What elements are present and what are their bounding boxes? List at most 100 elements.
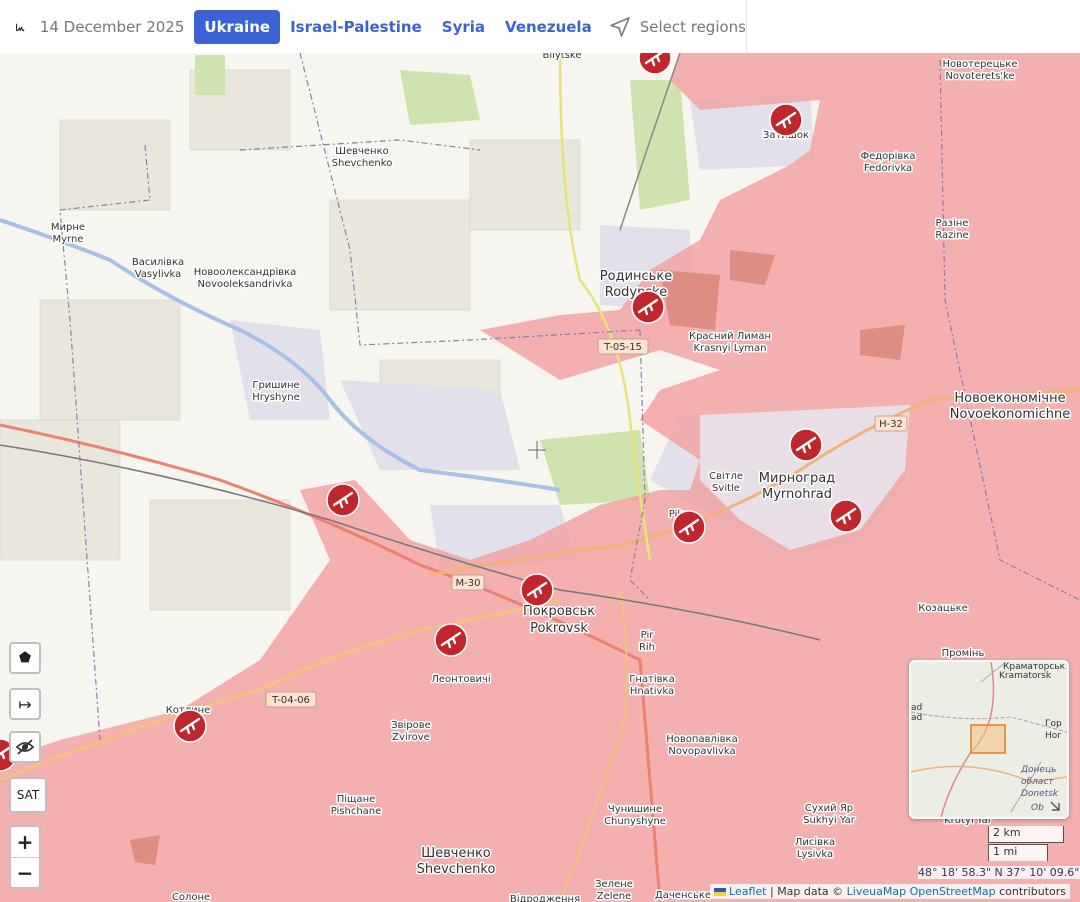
hide-layer-button[interactable] [9, 731, 41, 763]
svg-text:Novooleksandrivka: Novooleksandrivka [197, 279, 292, 290]
svg-text:Мирне: Мирне [51, 222, 85, 233]
svg-text:област: област [1021, 777, 1054, 787]
svg-text:M-30: M-30 [456, 578, 481, 589]
tab-syria[interactable]: Syria [432, 10, 495, 44]
openstreetmap-link[interactable]: OpenStreetMap [910, 885, 996, 898]
arrow-right-bar-icon: ↦ [18, 694, 32, 714]
svg-text:Відродження: Відродження [510, 893, 580, 902]
svg-text:Федорівка: Федорівка [861, 150, 916, 162]
svg-text:Vasylivka: Vasylivka [135, 269, 182, 280]
eye-slash-icon [15, 739, 35, 755]
svg-text:Rih: Rih [639, 642, 655, 653]
svg-text:Шевченко: Шевченко [335, 146, 389, 157]
combat-marker-icon[interactable] [672, 510, 706, 544]
tab-israel-palestine[interactable]: Israel-Palestine [280, 10, 432, 44]
svg-text:Myrnohrad: Myrnohrad [762, 487, 832, 502]
svg-text:Даченське: Даченське [655, 890, 711, 901]
svg-text:Мирноград: Мирноград [759, 471, 835, 486]
svg-text:Лисівка: Лисівка [795, 836, 835, 848]
attribution: Leaflet | Map data © LiveuaMap OpenStree… [709, 884, 1070, 899]
svg-text:Новотерецьке: Новотерецьке [942, 59, 1017, 70]
svg-text:Novopavlivka: Novopavlivka [668, 746, 735, 757]
svg-text:Hnativka: Hnativka [630, 686, 674, 697]
contributors-label: contributors [999, 885, 1066, 898]
combat-marker-icon[interactable] [789, 428, 823, 462]
zoom-in-button[interactable]: + [11, 827, 39, 858]
road-shield-m30: M-30 [451, 574, 485, 591]
svg-text:Донець: Донець [1020, 765, 1056, 775]
svg-text:Василівка: Василівка [132, 256, 184, 268]
svg-text:Родинське: Родинське [600, 269, 672, 284]
svg-text:Myrne: Myrne [53, 234, 84, 245]
svg-text:Світле: Світле [709, 470, 743, 482]
svg-text:Zelene: Zelene [597, 891, 631, 902]
zoom-out-button[interactable]: − [11, 858, 39, 888]
measure-button[interactable]: ↦ [9, 688, 41, 720]
svg-text:Гнатівка: Гнатівка [629, 673, 674, 685]
zoom-control: + − [9, 825, 41, 889]
svg-text:H-32: H-32 [879, 419, 903, 430]
svg-text:Сухий Яр: Сухий Яр [805, 803, 853, 814]
select-regions-button[interactable]: Select regions [608, 15, 746, 39]
svg-text:Новопавлівка: Новопавлівка [666, 733, 737, 745]
scale-mi: 1 mi [988, 844, 1048, 861]
top-bar: 14 December 2025 Ukraine Israel-Palestin… [0, 0, 747, 53]
svg-text:Звірове: Звірове [391, 719, 431, 731]
svg-text:Razine: Razine [935, 230, 968, 241]
liveuamap-link[interactable]: LiveuaMap [847, 885, 906, 898]
svg-text:Гор: Гор [1045, 719, 1062, 729]
svg-text:Чунишине: Чунишине [608, 804, 662, 815]
combat-marker-icon[interactable] [631, 290, 665, 324]
svg-text:Chunyshyne: Chunyshyne [604, 816, 666, 827]
svg-text:Разіне: Разіне [936, 217, 969, 229]
draw-polygon-button[interactable]: ⬟ [9, 642, 41, 674]
svg-text:Kramatorsk: Kramatorsk [999, 671, 1052, 681]
select-regions-label: Select regions [639, 17, 746, 36]
svg-text:Pir: Pir [641, 630, 655, 641]
svg-text:Novoekonomichne: Novoekonomichne [950, 407, 1070, 422]
liveuamap-logo-icon[interactable] [15, 10, 26, 44]
svg-text:Промінь: Промінь [942, 647, 985, 659]
svg-text:Гришине: Гришине [252, 380, 299, 391]
combat-marker-icon[interactable] [769, 103, 803, 137]
coordinates-readout: 48° 18' 58.3" N 37° 10' 09.6" E [918, 866, 1080, 879]
combat-marker-icon[interactable] [173, 709, 207, 743]
tab-venezuela[interactable]: Venezuela [495, 10, 602, 44]
svg-text:Pishchane: Pishchane [331, 806, 382, 817]
combat-marker-icon[interactable] [520, 573, 554, 607]
svg-text:Donetsk: Donetsk [1021, 789, 1059, 799]
tab-ukraine[interactable]: Ukraine [194, 9, 281, 44]
road-shield-t0515: T-05-15 [597, 338, 649, 355]
minimap-viewport[interactable] [970, 724, 1006, 754]
svg-text:Fedorivka: Fedorivka [864, 163, 912, 174]
svg-text:Красний Лиман: Красний Лиман [689, 331, 771, 342]
svg-text:ad: ad [911, 713, 922, 723]
svg-text:Krasnyi Lyman: Krasnyi Lyman [694, 343, 767, 354]
leaflet-link[interactable]: Leaflet [729, 885, 766, 898]
road-shield-t0406: T-04-06 [265, 691, 317, 708]
satellite-label: SAT [16, 788, 40, 802]
svg-text:T-05-15: T-05-15 [603, 342, 642, 353]
svg-text:Pokrovsk: Pokrovsk [530, 621, 588, 636]
navigation-arrow-icon [609, 16, 630, 37]
svg-text:Shevchenko: Shevchenko [332, 158, 393, 169]
svg-text:Novoterets'ke: Novoterets'ke [945, 71, 1014, 82]
satellite-toggle-button[interactable]: SAT [9, 777, 47, 813]
combat-marker-icon[interactable] [434, 623, 468, 657]
combat-marker-icon[interactable] [829, 499, 863, 533]
svg-text:Sukhyi Yar: Sukhyi Yar [803, 815, 856, 826]
combat-marker-icon[interactable] [326, 483, 360, 517]
svg-text:Солоне: Солоне [172, 892, 210, 902]
svg-text:Піщане: Піщане [337, 793, 376, 805]
pentagon-icon: ⬟ [18, 650, 32, 666]
svg-text:Lysivka: Lysivka [797, 849, 833, 860]
svg-text:T-04-06: T-04-06 [271, 695, 310, 706]
svg-text:Hryshyne: Hryshyne [252, 392, 300, 403]
svg-text:ad: ad [911, 703, 922, 713]
svg-text:Козацьке: Козацьке [918, 603, 968, 614]
ukraine-flag-icon [713, 888, 726, 896]
road-shield-h32: H-32 [874, 415, 908, 432]
current-date: 14 December 2025 [39, 17, 185, 36]
minimap[interactable]: Краматорськ Kramatorsk Гор Hor Донець об… [909, 660, 1069, 819]
svg-text:Шевченко: Шевченко [421, 846, 491, 861]
